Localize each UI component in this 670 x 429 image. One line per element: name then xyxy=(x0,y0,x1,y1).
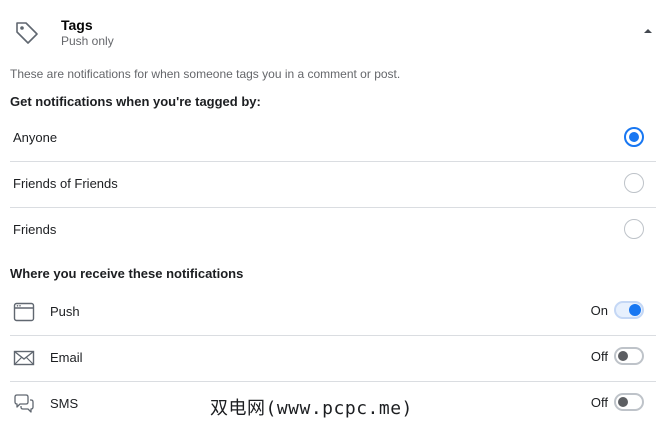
channel-row-email[interactable]: Email Off xyxy=(10,336,656,382)
radio-button-friends[interactable] xyxy=(624,219,644,239)
push-toggle[interactable] xyxy=(614,301,644,319)
envelope-icon xyxy=(13,350,35,366)
channel-label: Email xyxy=(50,350,83,365)
option-label: Friends of Friends xyxy=(13,176,118,191)
radio-option-friends[interactable]: Friends xyxy=(10,208,656,253)
channel-state: On xyxy=(590,303,608,318)
channel-state: Off xyxy=(590,349,608,364)
toggle-knob xyxy=(629,304,641,316)
tagged-by-heading: Get notifications when you're tagged by: xyxy=(10,94,261,109)
browser-window-icon xyxy=(13,302,35,322)
chat-bubbles-icon xyxy=(14,394,34,413)
tag-icon xyxy=(16,22,38,44)
radio-option-anyone[interactable]: Anyone xyxy=(10,116,656,162)
radio-option-friends-of-friends[interactable]: Friends of Friends xyxy=(10,162,656,208)
watermark-text: 双电网(www.pcpc.me) xyxy=(210,398,413,419)
caret-up-icon[interactable] xyxy=(640,25,656,37)
email-toggle[interactable] xyxy=(614,347,644,365)
channel-label: Push xyxy=(50,304,80,319)
radio-button-friends-of-friends[interactable] xyxy=(624,173,644,193)
toggle-knob xyxy=(618,397,628,407)
option-label: Anyone xyxy=(13,130,58,145)
option-label: Friends xyxy=(13,222,57,237)
channel-row-push[interactable]: Push On xyxy=(10,290,656,336)
section-description: These are notifications for when someone… xyxy=(10,67,401,81)
channels-heading: Where you receive these notifications xyxy=(10,266,244,281)
toggle-knob xyxy=(618,351,628,361)
channel-state: Off xyxy=(590,395,608,410)
section-title: Tags xyxy=(61,17,93,33)
section-subtitle: Push only xyxy=(61,34,114,48)
channel-label: SMS xyxy=(50,396,79,411)
radio-button-anyone[interactable] xyxy=(624,127,644,147)
tags-section-header[interactable]: Tags Push only xyxy=(0,0,670,60)
sms-toggle[interactable] xyxy=(614,393,644,411)
